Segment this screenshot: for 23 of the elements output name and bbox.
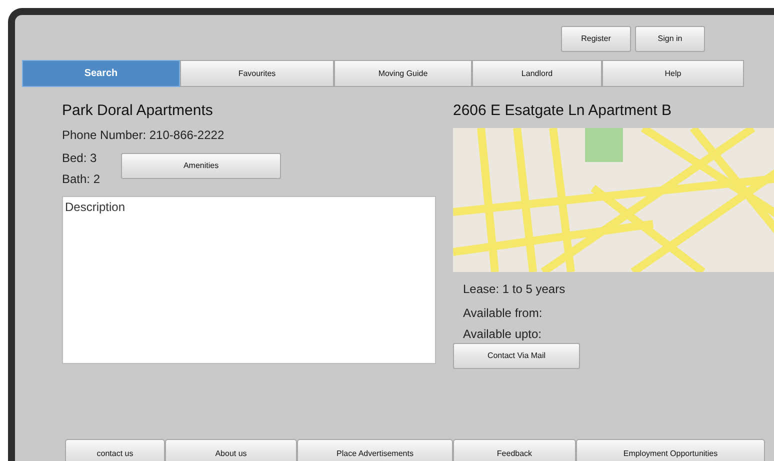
footer-link[interactable]: contact us — [65, 439, 165, 461]
amenities-button[interactable]: Amenities — [121, 153, 281, 179]
register-button[interactable]: Register — [561, 26, 631, 52]
lease-text: Lease: 1 to 5 years — [463, 282, 566, 297]
available-from-label: Available from: — [463, 306, 544, 321]
footer-link[interactable]: About us — [165, 439, 297, 461]
phone-number: Phone Number: 210-866-2222 — [62, 128, 226, 143]
contact-via-mail-button[interactable]: Contact Via Mail — [453, 343, 580, 369]
address-title: 2606 E Esatgate Ln Apartment B — [453, 102, 672, 120]
description-field[interactable]: Description — [62, 196, 436, 364]
available-upto-label: Available upto: — [463, 327, 543, 342]
nav-tab[interactable]: Favourites — [180, 60, 334, 87]
nav-tab[interactable]: Help — [602, 60, 744, 87]
apartment-name: Park Doral Apartments — [62, 102, 214, 120]
bed-count: Bed: 3 — [62, 151, 98, 166]
sign-in-button[interactable]: Sign in — [635, 26, 705, 52]
nav-tab[interactable]: Landlord — [472, 60, 602, 87]
footer-link[interactable]: Feedback — [453, 439, 576, 461]
footer-link[interactable]: Employment Opportunities — [576, 439, 765, 461]
footer-link[interactable]: Place Advertisements — [297, 439, 453, 461]
nav-tab[interactable]: Moving Guide — [334, 60, 472, 87]
nav-tab[interactable]: Search — [22, 60, 180, 87]
bath-count: Bath: 2 — [62, 172, 102, 187]
